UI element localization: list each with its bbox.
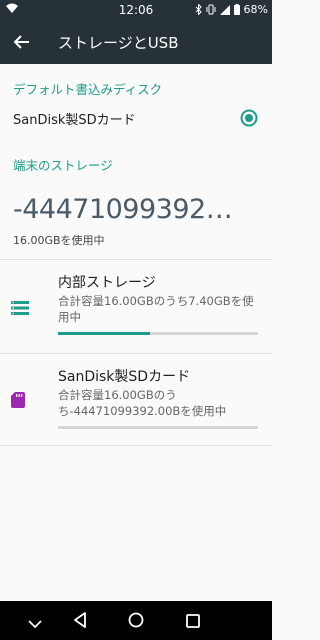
content: デフォルト書込みディスク SanDisk製SDカード 端末のストレージ -444… xyxy=(0,64,272,601)
battery-icon xyxy=(233,4,240,15)
chevron-down-icon[interactable] xyxy=(28,614,42,633)
default-disk-label: SanDisk製SDカード xyxy=(13,113,136,128)
battery-percent: 68% xyxy=(243,3,268,16)
storage-item-name: SanDisk製SDカード xyxy=(58,369,191,385)
storage-progress-bar xyxy=(58,426,258,429)
vibrate-icon xyxy=(206,4,216,15)
radio-selected-icon[interactable] xyxy=(240,109,258,127)
storage-icon xyxy=(11,300,29,319)
storage-item-sdcard[interactable]: SanDisk製SDカード 合計容量16.00GBのうち-44471099392… xyxy=(0,354,272,445)
navigation-bar xyxy=(0,601,272,640)
signal-icon xyxy=(219,4,230,15)
app-bar: ストレージとUSB xyxy=(0,20,272,64)
storage-used-total: 16.00GBを使用中 xyxy=(13,234,105,247)
arrow-back-icon[interactable] xyxy=(10,30,34,54)
storage-used-value: -44471099392… xyxy=(13,194,233,225)
storage-progress-fill xyxy=(58,332,150,335)
storage-progress-bar xyxy=(58,332,258,335)
default-disk-option[interactable]: SanDisk製SDカード xyxy=(0,100,272,136)
default-write-disk-header: デフォルト書込みディスク xyxy=(13,82,163,97)
status-bar: 12:06 68% xyxy=(0,0,272,20)
device-storage-header: 端末のストレージ xyxy=(13,158,113,173)
storage-item-description: 合計容量16.00GBのうち-44471099392.00Bを使用中 xyxy=(58,388,227,418)
bluetooth-icon xyxy=(195,4,202,15)
storage-item-name: 内部ストレージ xyxy=(58,275,156,291)
page-title: ストレージとUSB xyxy=(58,34,179,52)
home-circle-icon[interactable] xyxy=(128,612,144,632)
recents-square-icon[interactable] xyxy=(186,613,200,632)
back-triangle-icon[interactable] xyxy=(73,612,87,632)
storage-item-internal[interactable]: 内部ストレージ 合計容量16.00GBのうち7.40GBを使用中 xyxy=(0,260,272,353)
sd-card-icon xyxy=(11,392,25,412)
divider xyxy=(0,445,272,446)
storage-item-description: 合計容量16.00GBのうち7.40GBを使用中 xyxy=(58,294,254,324)
